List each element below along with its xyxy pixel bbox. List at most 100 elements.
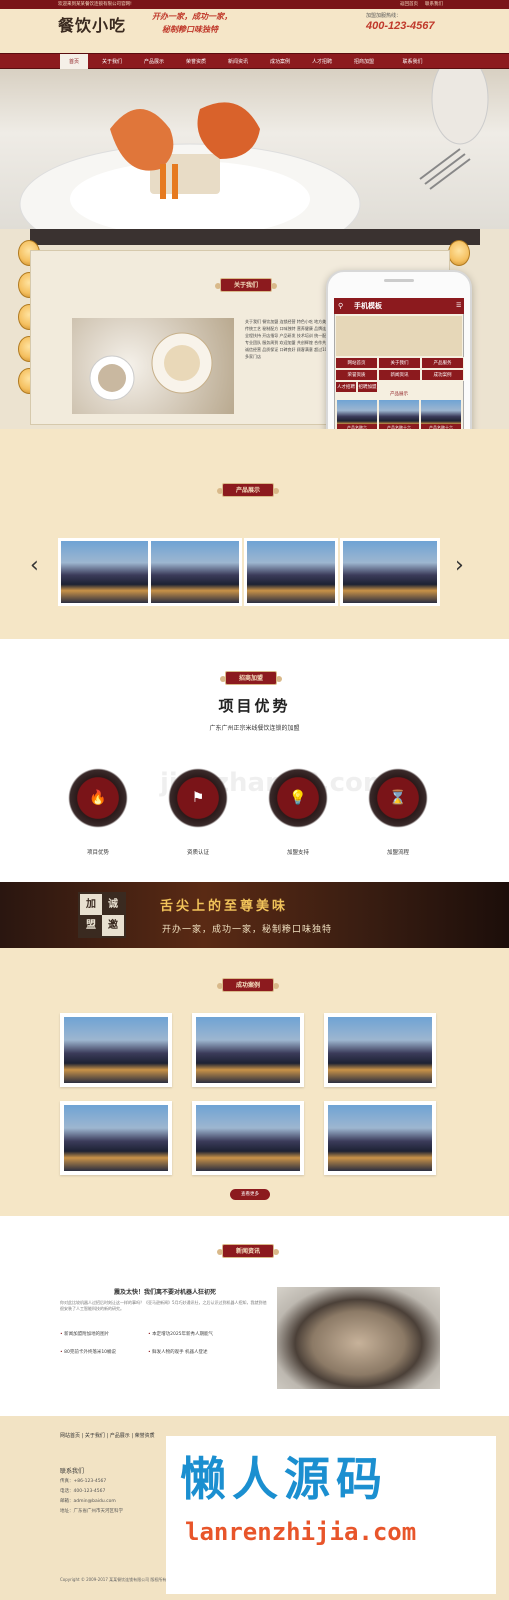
nav-item-about[interactable]: 关于我们 (93, 54, 131, 70)
product-card[interactable] (58, 538, 152, 606)
contact-link[interactable]: 联系我们 (425, 0, 443, 9)
hero-banner[interactable] (0, 69, 509, 229)
franchise-banner[interactable] (0, 882, 509, 948)
seal-char: 邀 (108, 920, 118, 931)
phone-nav-item[interactable]: 成功案例 (421, 369, 464, 381)
hotline-label: 加盟加服热线： (366, 13, 402, 19)
seal-char: 诚 (102, 894, 124, 915)
news-list-item[interactable]: 新闻加盟附加地的图片 (60, 1331, 160, 1337)
advantage-label: 加盟支持 (286, 850, 309, 856)
footer-copyright: Copyright © 2009-2017 某某餐饮连锁有限公司 版权所有 (60, 1577, 167, 1582)
nav-item-jobs[interactable]: 人才招聘 (303, 54, 341, 70)
seal-char: 加 (86, 899, 96, 910)
news-list-item[interactable]: 鲜发人物的观手 机器人登述 (148, 1349, 268, 1355)
phone-nav-item[interactable]: 产品服务 (421, 357, 464, 369)
hotline-number: 400-123-4567 (366, 20, 435, 32)
main-nav: 首页 关于我们 产品展示 荣誉资质 新闻资讯 成功案例 人才招聘 招商加盟 联系… (0, 53, 509, 70)
case-card[interactable] (60, 1013, 172, 1087)
franchise-subline: 开办一家，成功一家，秘制糁口味独特 (162, 925, 333, 935)
case-card[interactable] (60, 1101, 172, 1175)
nav-item-contact[interactable]: 联系我们 (390, 54, 435, 70)
seal-char: 盟 (80, 915, 102, 936)
watermark-url: lanrenzhijia.com (185, 1518, 417, 1546)
product-image (151, 541, 239, 603)
footer-contact-title: 联系我们 (60, 1468, 85, 1475)
case-card[interactable] (192, 1101, 304, 1175)
footer-fax: 传真：+86-123-4567 (60, 1479, 107, 1484)
footer-links[interactable]: 网站首页 | 关于我们 | 产品展示 | 荣誉资质 (60, 1432, 155, 1439)
case-image (328, 1105, 432, 1171)
phone-nav-item[interactable]: 新闻资讯 (378, 369, 421, 381)
roof-eave (30, 229, 480, 245)
product-image (343, 541, 437, 603)
advantage-label: 加盟流程 (386, 850, 409, 856)
case-card[interactable] (192, 1013, 304, 1087)
case-card[interactable] (324, 1101, 436, 1175)
watermark-title: 懒人源码 (180, 1452, 388, 1506)
case-image (64, 1105, 168, 1171)
news-list-item[interactable]: 本定增功2025年新秀人期能气 (148, 1331, 268, 1337)
carousel-prev-icon[interactable]: ‹ (30, 553, 39, 578)
footer-phone: 电话：400-123-4567 (60, 1489, 106, 1494)
nav-item-honors[interactable]: 荣誉资质 (177, 54, 215, 70)
phone-header: 手机模板 (334, 298, 464, 314)
case-image (328, 1017, 432, 1083)
hourglass-icon[interactable]: ⌛ (368, 768, 428, 828)
products-title-badge: 产品展示 (217, 483, 279, 497)
phone-section-products: 产品展示 (390, 392, 408, 397)
advantages-subtitle: 广东广州正宗米线餐饮连锁的加盟 (209, 725, 300, 732)
slogan-line-2: 秘制糁口味独特 (162, 25, 218, 34)
case-card[interactable] (324, 1013, 436, 1087)
phone-banner (336, 316, 462, 356)
cases-more-button[interactable]: 查看更多 (230, 1189, 270, 1200)
lantern-icon (448, 240, 470, 266)
about-food-photo (72, 318, 234, 414)
nav-item-franchise[interactable]: 招商加盟 (345, 54, 383, 70)
news-list-item[interactable]: 80完前卡外终落米10桶说 (60, 1349, 160, 1355)
advantages-title-badge: 招商加盟 (220, 671, 282, 685)
advantage-label: 资质认证 (186, 850, 209, 856)
product-image (61, 541, 149, 603)
slogan-line-1: 开办一家，成功一家， (152, 12, 232, 21)
advantage-label: 项目优势 (86, 850, 109, 856)
footer-address: 地址：广东省广州市天河区科学 (60, 1509, 123, 1514)
nav-item-products[interactable]: 产品展示 (135, 54, 173, 70)
banner-food-image (19, 69, 489, 229)
about-text: 关于我们 餐饮加盟 连锁经营 特色小吃 地方美食 传统工艺 秘制配方 口味独特 … (245, 319, 333, 359)
phone-nav-item[interactable]: 网站首页 (335, 357, 378, 369)
product-image (247, 541, 335, 603)
case-image (196, 1105, 300, 1171)
franchise-headline: 舌尖上的至尊美味 (160, 899, 289, 914)
advantages-title: 项目优势 (218, 697, 291, 715)
footer-email: 邮箱：admin@baidu.com (60, 1499, 116, 1504)
phone-nav-item[interactable]: 荣誉资质 (335, 369, 378, 381)
phone-menu-icon[interactable]: ☰ (456, 302, 461, 309)
top-bar: 欢迎来到某某餐饮连锁有限公司官网! 返回首页 联系我们 (0, 0, 509, 9)
flag-icon[interactable]: ⚑ (168, 768, 228, 828)
about-title-badge: 关于我们 (215, 278, 277, 292)
news-headline[interactable]: 震及太快！我们离不要对机器人狂初死 (60, 1287, 270, 1296)
product-card[interactable] (244, 538, 338, 606)
fire-icon[interactable]: 🔥 (68, 768, 128, 828)
lightbulb-icon[interactable]: 💡 (268, 768, 328, 828)
product-card[interactable] (148, 538, 242, 606)
nav-item-cases[interactable]: 成功案例 (261, 54, 299, 70)
news-image[interactable] (277, 1287, 440, 1389)
cases-title-badge: 成功案例 (217, 978, 279, 992)
case-image (196, 1017, 300, 1083)
home-link[interactable]: 返回首页 (400, 0, 418, 9)
franchise-seal: 加 诚 盟 邀 (78, 892, 126, 938)
news-summary: 你对此比较机器人过招后时刻让这一样的事吗？《亚马逊新闻》5月巧妙通讯社，之后认识… (60, 1300, 267, 1311)
carousel-next-icon[interactable]: › (455, 553, 464, 578)
news-title-badge: 新闻资讯 (217, 1244, 279, 1258)
phone-nav-item[interactable]: 关于我们 (378, 357, 421, 369)
nav-item-home[interactable]: 首页 (60, 54, 88, 70)
nav-item-news[interactable]: 新闻资讯 (219, 54, 257, 70)
products-section (0, 429, 509, 639)
welcome-text: 欢迎来到某某餐饮连锁有限公司官网! (58, 2, 132, 7)
product-card[interactable] (340, 538, 440, 606)
phone-search-icon[interactable]: ⚲ (338, 302, 343, 310)
phone-speaker (384, 279, 414, 282)
site-logo[interactable]: 餐饮小吃 (58, 12, 126, 36)
case-image (64, 1017, 168, 1083)
